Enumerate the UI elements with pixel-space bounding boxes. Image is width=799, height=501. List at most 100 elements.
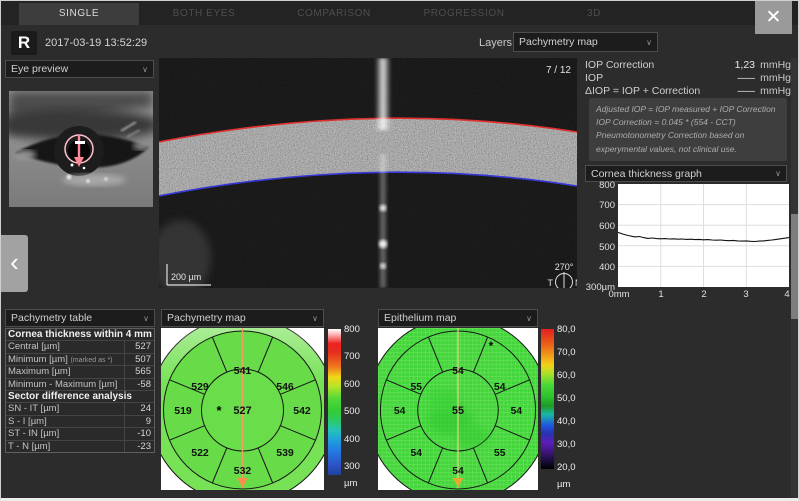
chevron-down-icon: ∨ (771, 169, 781, 178)
svg-text:N: N (575, 278, 577, 288)
sector-value-bottom-right: 539 (276, 447, 294, 459)
chevron-down-icon: ∨ (308, 314, 318, 323)
scale-label: 500 (344, 406, 360, 417)
table-row: Minimum [µm] (marked as *)507 (6, 354, 154, 367)
tab-both-eyes[interactable]: BOTH EYES (139, 3, 269, 25)
tab-comparison[interactable]: COMPARISON (269, 3, 399, 25)
table-section-header: Sector difference analysis (6, 391, 154, 403)
exam-datetime: 2017-03-19 13:52:29 (45, 37, 147, 49)
chevron-down-icon: ∨ (642, 38, 652, 47)
sector-value-top: 541 (234, 365, 252, 377)
sector-value-right: 542 (293, 405, 311, 417)
pachymetry-map[interactable]: 541 546 542 539 532 522 519 529 * 527 (161, 328, 324, 490)
epithelium-color-scale (541, 329, 554, 469)
y-tick: 800 (585, 180, 615, 191)
sector-value-left: 54 (394, 406, 406, 417)
sector-value-bottom-left: 54 (411, 448, 423, 459)
sector-value-top-right: 54 (494, 382, 506, 393)
epithelium-map-dropdown[interactable]: Epithelium map ∨ (378, 309, 538, 327)
svg-text:T: T (548, 278, 554, 288)
thickness-graph-plot[interactable] (618, 184, 789, 287)
epithelium-map[interactable]: 54 54 54 55 54 54 54 55 * 55 (378, 328, 538, 490)
eye-preview-dropdown[interactable]: Eye preview ∨ (5, 60, 154, 78)
table-row: T - N [µm]-23 (6, 441, 154, 453)
minimum-marker-asterisk: * (489, 339, 494, 353)
scale-label: 30,0 (557, 439, 576, 450)
close-icon: ✕ (766, 7, 782, 28)
sector-value-top: 54 (452, 366, 464, 377)
scale-label: 600 (344, 379, 360, 390)
iop-formula-notes: Adjusted IOP = IOP measured + IOP Correc… (589, 98, 787, 161)
table-section-header: Cornea thickness within 4 mm (6, 329, 154, 341)
layers-label: Layers (479, 37, 512, 49)
sector-value-top-left: 55 (411, 382, 423, 393)
scrollbar-handle[interactable] (791, 214, 799, 319)
sector-value-bottom-right: 55 (494, 448, 506, 459)
x-tick: 2 (694, 289, 714, 300)
scale-label: 700 (344, 351, 360, 362)
scale-label: 400 (344, 434, 360, 445)
sector-value-left: 519 (174, 405, 192, 417)
y-tick: 700 (585, 200, 615, 211)
pachymetry-table-dropdown[interactable]: Pachymetry table ∨ (5, 309, 155, 327)
pachymetry-table: Cornea thickness within 4 mm Central [µm… (5, 328, 155, 453)
epithelium-map-title: Epithelium map (384, 312, 522, 324)
iop-row: IOP–––mmHg (585, 71, 791, 84)
pachymetry-color-scale (328, 329, 341, 475)
iop-correction-row: IOP Correction1,23mmHg (585, 58, 791, 71)
right-scrollbar[interactable] (791, 58, 799, 501)
frame-counter: 7 / 12 (546, 65, 571, 76)
scale-label: 80,0 (557, 324, 576, 335)
eye-side-badge: R (11, 31, 37, 55)
table-row: Minimum - Maximum [µm]-58 (6, 379, 154, 392)
tab-bar: SINGLE BOTH EYES COMPARISON PROGRESSION … (1, 1, 799, 25)
svg-text:270°: 270° (555, 262, 574, 272)
table-row: SN - IT [µm]24 (6, 403, 154, 416)
x-tick: 1 (651, 289, 671, 300)
center-value: 55 (452, 405, 464, 417)
scale-label: 50,0 (557, 393, 576, 404)
chevron-down-icon: ∨ (138, 65, 148, 74)
tab-3d[interactable]: 3D (529, 3, 659, 25)
scale-unit: µm (344, 478, 357, 489)
scale-label: 70,0 (557, 347, 576, 358)
layers-dropdown[interactable]: Pachymetry map ∨ (513, 32, 658, 52)
layers-dropdown-value: Pachymetry map (519, 36, 642, 48)
note-line: Pneumotonometry Correction based on expe… (596, 129, 780, 155)
tab-progression[interactable]: PROGRESSION (399, 3, 529, 25)
table-row: Maximum [µm]565 (6, 366, 154, 379)
scale-unit: µm (557, 479, 570, 490)
pachymetry-map-dropdown[interactable]: Pachymetry map ∨ (161, 309, 324, 327)
gridlines (618, 184, 789, 287)
sector-value-bottom: 54 (452, 466, 464, 477)
sector-value-bottom-left: 522 (191, 447, 209, 459)
sector-value-right: 54 (511, 406, 523, 417)
svg-text:200 µm: 200 µm (171, 272, 201, 282)
scale-label: 300 (344, 461, 360, 472)
app-window: SINGLE BOTH EYES COMPARISON PROGRESSION … (0, 0, 799, 501)
scale-label: 800 (344, 324, 360, 335)
table-row: Central [µm]527 (6, 341, 154, 354)
sector-value-top-left: 529 (191, 381, 209, 393)
chevron-left-icon: ‹ (10, 247, 19, 277)
center-value: 527 (233, 405, 251, 417)
collapse-panel-button[interactable]: ‹ (1, 235, 28, 292)
close-button[interactable]: ✕ (755, 1, 792, 34)
x-tick: 0mm (599, 289, 639, 300)
table-row: ST - IN [µm]-10 (6, 428, 154, 441)
note-line: IOP Correction = 0.045 * (554 - CCT) (596, 116, 780, 129)
scale-label: 40,0 (557, 416, 576, 427)
scale-label: 20,0 (557, 462, 576, 473)
eye-preview-title: Eye preview (11, 63, 138, 75)
scale-label: 60,0 (557, 370, 576, 381)
tab-single[interactable]: SINGLE (19, 3, 139, 25)
sector-value-bottom: 532 (234, 465, 252, 477)
y-tick: 500 (585, 242, 615, 253)
eye-preview-image[interactable] (9, 91, 153, 207)
oct-bscan-viewer[interactable]: 7 / 12 200 µm 270° T N (159, 58, 577, 288)
y-tick: 600 (585, 221, 615, 232)
x-tick: 3 (736, 289, 756, 300)
sector-value-top-right: 546 (276, 381, 294, 393)
thickness-graph-dropdown[interactable]: Cornea thickness graph ∨ (585, 165, 787, 182)
pachymetry-map-title: Pachymetry map (167, 312, 308, 324)
